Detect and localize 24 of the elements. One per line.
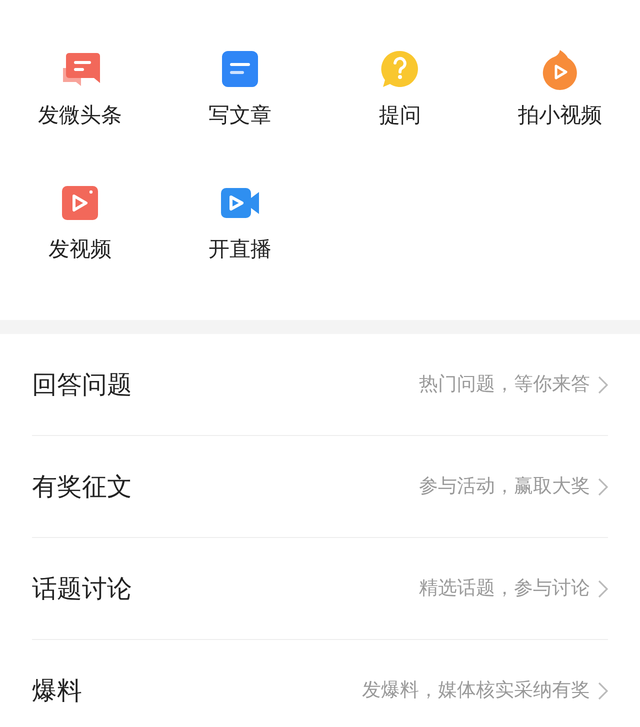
action-button[interactable]: 写文章 [160, 48, 320, 130]
menu-row[interactable]: 爆料 发爆料，媒体核实采纳有奖 [32, 640, 608, 727]
menu-row[interactable]: 有奖征文 参与活动，赢取大奖 [32, 436, 608, 538]
action-button[interactable]: 拍小视频 [480, 48, 640, 130]
action-button[interactable]: 提问 [320, 48, 480, 130]
row-title: 回答问题 [32, 368, 132, 401]
chevron-right-icon [598, 376, 608, 394]
chevron-right-icon [598, 682, 608, 700]
document-icon [219, 48, 261, 90]
row-title: 爆料 [32, 674, 82, 707]
action-button[interactable]: 发微头条 [0, 48, 160, 130]
menu-row[interactable]: 回答问题 热门问题，等你来答 [32, 334, 608, 436]
row-subtitle: 发爆料，媒体核实采纳有奖 [362, 678, 590, 704]
action-button[interactable]: 发视频 [0, 182, 160, 264]
row-title: 有奖征文 [32, 470, 132, 503]
row-title: 话题讨论 [32, 572, 132, 605]
question-icon [379, 48, 421, 90]
chevron-right-icon [598, 478, 608, 496]
row-subtitle: 参与活动，赢取大奖 [419, 474, 590, 500]
chevron-right-icon [598, 580, 608, 598]
menu-row[interactable]: 话题讨论 精选话题，参与讨论 [32, 538, 608, 640]
row-subtitle: 精选话题，参与讨论 [419, 576, 590, 602]
action-button[interactable]: 开直播 [160, 182, 320, 264]
row-subtitle: 热门问题，等你来答 [419, 372, 590, 398]
